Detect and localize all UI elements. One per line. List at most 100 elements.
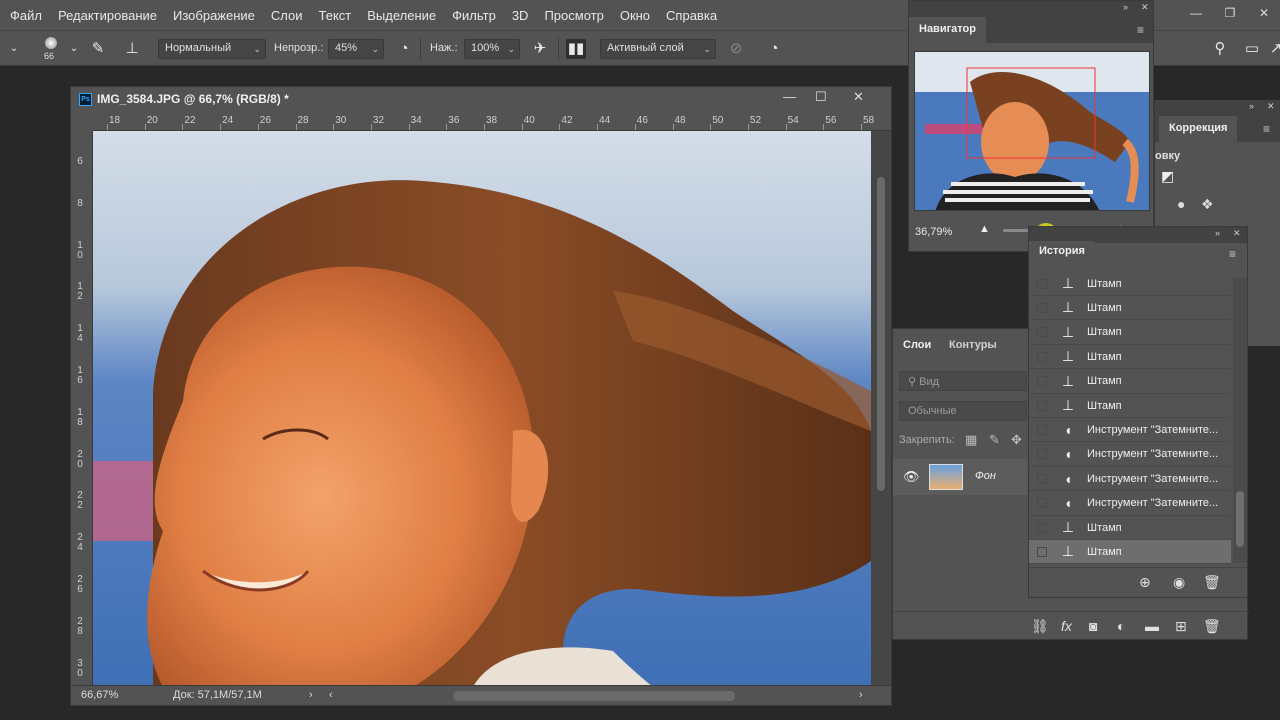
history-snapshot-checkbox[interactable]: [1037, 400, 1047, 411]
history-item[interactable]: ◖ Инструмент "Затемните...: [1029, 492, 1231, 516]
restore-icon[interactable]: ❐: [1224, 6, 1236, 20]
history-item[interactable]: ◖ Инструмент "Затемните...: [1029, 443, 1231, 467]
status-menu-arrow-icon[interactable]: ›: [309, 689, 313, 701]
history-item[interactable]: ⊥ Штамп: [1029, 370, 1231, 394]
workspace-icon[interactable]: ▭: [1242, 39, 1262, 59]
history-snapshot-checkbox[interactable]: [1037, 424, 1047, 435]
trash-icon[interactable]: 🗑: [1203, 618, 1221, 635]
history-item[interactable]: ⊥ Штамп: [1029, 321, 1231, 345]
history-snapshot-checkbox[interactable]: [1037, 376, 1047, 387]
history-item[interactable]: ⊥ Штамп: [1029, 296, 1231, 321]
menu-image[interactable]: Изображение: [165, 8, 263, 23]
history-snapshot-checkbox[interactable]: [1037, 302, 1047, 313]
history-snapshot-checkbox[interactable]: [1037, 351, 1047, 362]
minimize-icon[interactable]: —: [783, 89, 796, 104]
tab-history[interactable]: История: [1029, 241, 1095, 267]
history-item[interactable]: ⊥ Штамп: [1029, 394, 1231, 418]
menu-file[interactable]: Файл: [0, 8, 50, 23]
document-info[interactable]: Док: 57,1M/57,1M: [173, 689, 262, 701]
pressure-opacity-icon[interactable]: ◔: [394, 39, 414, 59]
history-snapshot-checkbox[interactable]: [1037, 278, 1047, 289]
panel-menu-icon[interactable]: ≡: [1137, 23, 1144, 37]
menu-view[interactable]: Просмотр: [536, 8, 611, 23]
horizontal-scrollbar-thumb[interactable]: [453, 691, 735, 701]
brush-chevron-icon[interactable]: ⌄: [64, 39, 84, 59]
menu-select[interactable]: Выделение: [359, 8, 444, 23]
history-item[interactable]: ◖ Инструмент "Затемните...: [1029, 418, 1231, 443]
menu-edit[interactable]: Редактирование: [50, 8, 165, 23]
visibility-eye-icon[interactable]: 👁: [903, 469, 920, 485]
history-item[interactable]: ⊥ Штамп: [1029, 272, 1231, 296]
new-document-from-state-icon[interactable]: ⊕: [1139, 574, 1151, 591]
history-item[interactable]: ⊥ Штамп: [1029, 540, 1231, 565]
add-mask-icon[interactable]: ◙: [1089, 618, 1097, 634]
tab-layers[interactable]: Слои: [893, 333, 942, 359]
tab-correction[interactable]: Коррекция: [1159, 116, 1238, 142]
filter-icon[interactable]: ●: [1177, 196, 1185, 212]
clone-source-icon[interactable]: ⊥: [122, 39, 142, 59]
history-snapshot-checkbox[interactable]: [1037, 449, 1047, 460]
maximize-icon[interactable]: ☐: [815, 89, 827, 105]
close-icon[interactable]: ✕: [853, 89, 864, 105]
history-scrollbar[interactable]: [1233, 277, 1247, 563]
menu-filter[interactable]: Фильтр: [444, 8, 504, 23]
link-layers-icon[interactable]: ⛓: [1031, 618, 1049, 635]
scrollbar-thumb[interactable]: [1236, 491, 1244, 547]
history-snapshot-checkbox[interactable]: [1037, 546, 1047, 557]
aligned-icon[interactable]: ▮▮: [566, 39, 586, 59]
close-panel-icon[interactable]: ✕: [1233, 228, 1241, 239]
tab-navigator[interactable]: Навигатор: [909, 17, 986, 43]
menu-layers[interactable]: Слои: [263, 8, 311, 23]
lock-pixels-icon[interactable]: ✎: [989, 432, 1000, 448]
opacity-field[interactable]: 45% ⌄: [328, 39, 384, 59]
image-canvas[interactable]: [93, 131, 871, 687]
history-snapshot-checkbox[interactable]: [1037, 327, 1047, 338]
collapse-icon[interactable]: »: [1215, 228, 1220, 238]
minimize-icon[interactable]: —: [1190, 6, 1202, 20]
blend-mode-select[interactable]: Нормальный ⌄: [158, 39, 266, 59]
zoom-out-icon[interactable]: ▲: [979, 223, 990, 235]
menu-window[interactable]: Окно: [612, 8, 658, 23]
adjustment-layer-icon[interactable]: ◐: [1117, 618, 1125, 634]
ignore-adjustments-icon[interactable]: ⊘: [726, 39, 746, 59]
sample-layer-select[interactable]: Активный слой ⌄: [600, 39, 716, 59]
panel-menu-icon[interactable]: ≡: [1263, 122, 1270, 136]
fx-icon[interactable]: fx: [1061, 618, 1072, 634]
history-snapshot-checkbox[interactable]: [1037, 473, 1047, 484]
trash-icon[interactable]: 🗑: [1203, 574, 1221, 591]
flow-field[interactable]: 100% ⌄: [464, 39, 520, 59]
menu-3d[interactable]: 3D: [504, 8, 537, 23]
document-title-bar[interactable]: Ps IMG_3584.JPG @ 66,7% (RGB/8) * — ☐ ✕: [71, 87, 891, 111]
history-item[interactable]: ◖ Инструмент "Затемните...: [1029, 467, 1231, 492]
menu-text[interactable]: Текст: [311, 8, 360, 23]
history-snapshot-checkbox[interactable]: [1037, 498, 1047, 509]
airbrush-icon[interactable]: ✈: [530, 39, 550, 59]
navigator-thumbnail[interactable]: [914, 51, 1150, 211]
tab-paths[interactable]: Контуры: [939, 333, 1007, 359]
close-panel-icon[interactable]: ✕: [1267, 101, 1275, 112]
share-icon[interactable]: ↗: [1266, 39, 1280, 59]
search-icon[interactable]: ⚲: [1210, 39, 1230, 59]
navigator-zoom-value[interactable]: 36,79%: [915, 226, 952, 238]
close-panel-icon[interactable]: ✕: [1141, 2, 1149, 13]
pressure-size-icon[interactable]: ◔: [764, 39, 784, 59]
curves-icon[interactable]: ◩: [1161, 168, 1174, 185]
vertical-scrollbar[interactable]: [871, 131, 891, 687]
tool-preset-chevron-icon[interactable]: ⌄: [4, 39, 24, 59]
history-snapshot-checkbox[interactable]: [1037, 522, 1047, 533]
layer-name[interactable]: Фон: [975, 470, 996, 482]
close-icon[interactable]: ✕: [1258, 6, 1270, 20]
layer-row[interactable]: 👁 Фон: [893, 459, 1027, 495]
collapse-icon[interactable]: »: [1249, 101, 1254, 111]
menu-help[interactable]: Справка: [658, 8, 725, 23]
scrollbar-thumb[interactable]: [877, 177, 885, 491]
new-layer-icon[interactable]: ⊞: [1175, 618, 1187, 635]
layer-blend-mode-select[interactable]: Обычные: [899, 401, 1027, 421]
camera-snapshot-icon[interactable]: ◉: [1173, 574, 1185, 591]
collapse-icon[interactable]: »: [1123, 2, 1128, 12]
zoom-level[interactable]: 66,67%: [81, 689, 118, 701]
scroll-left-arrow-icon[interactable]: ‹: [329, 689, 333, 701]
panel-menu-icon[interactable]: ≡: [1229, 247, 1236, 261]
channel-mixer-icon[interactable]: ❖: [1201, 196, 1214, 213]
brush-preset-picker[interactable]: 66: [40, 35, 64, 63]
